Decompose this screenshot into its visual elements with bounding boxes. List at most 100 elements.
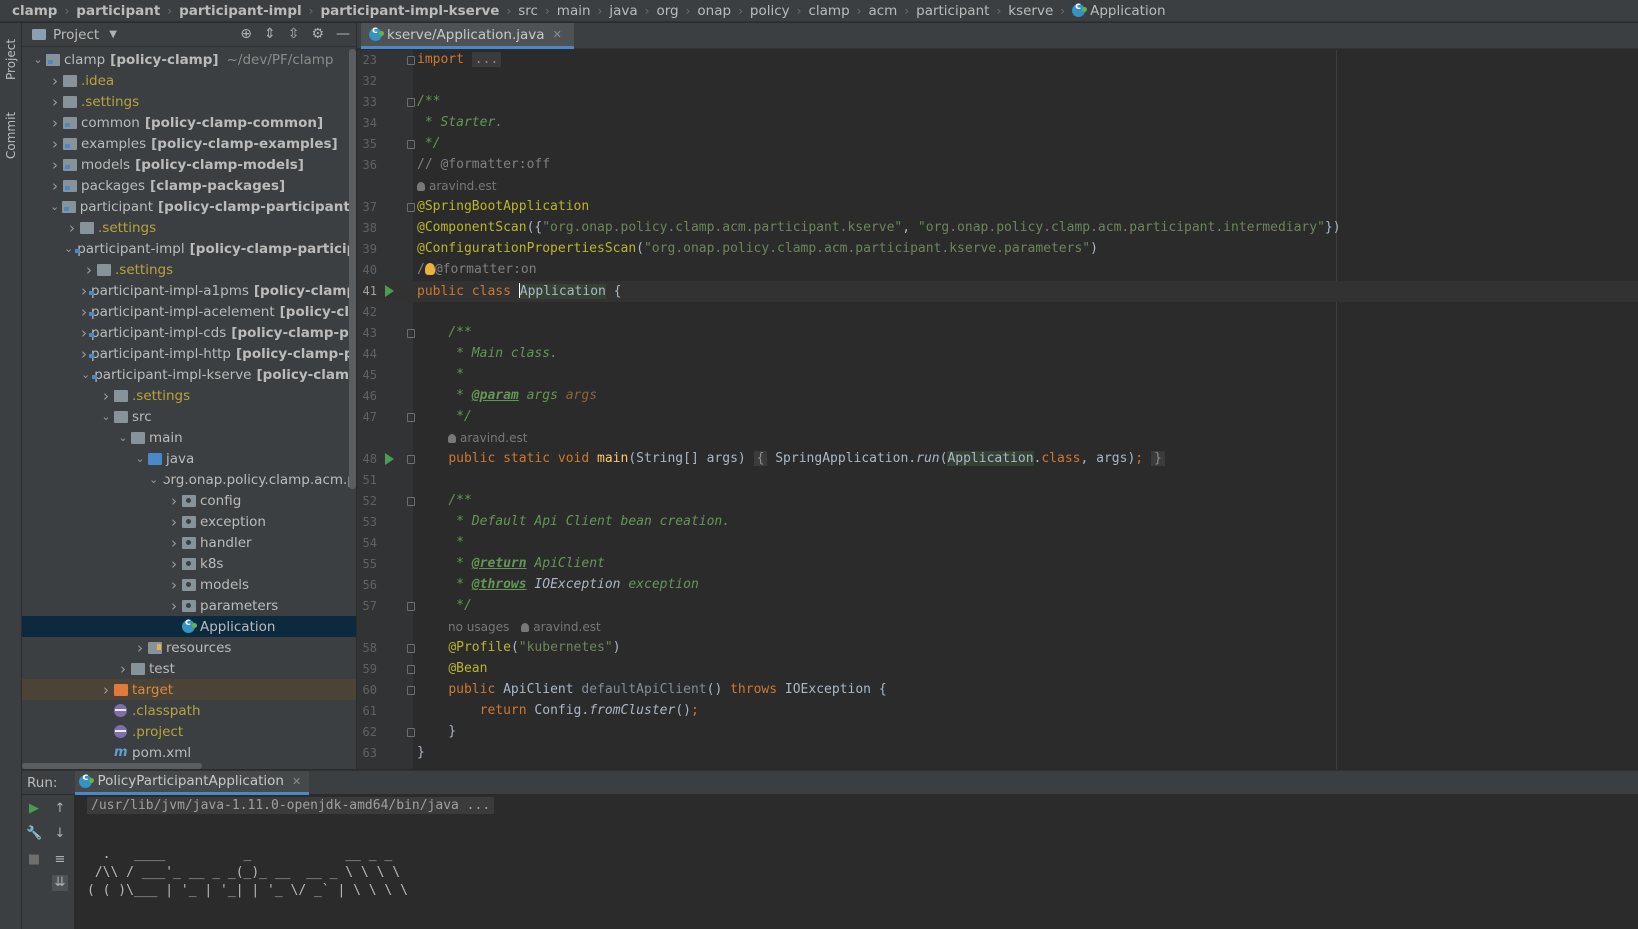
tree-item[interactable]: m pom.xml <box>22 742 356 763</box>
chevron-right-icon[interactable]: › <box>47 135 63 153</box>
editor-tab-application[interactable]: kserve/Application.java ✕ <box>361 23 574 49</box>
chevron-right-icon[interactable]: › <box>47 72 63 90</box>
tree-item[interactable]: .project <box>22 721 356 742</box>
code-line[interactable]: 48 public static void main(String[] args… <box>357 449 1638 470</box>
arrow-down-icon[interactable]: ↓ <box>52 826 68 842</box>
tree-item[interactable]: › exception <box>22 511 356 532</box>
commit-tool-tab[interactable]: Commit <box>2 105 20 165</box>
code-line[interactable]: 42 <box>357 302 1638 323</box>
chevron-down-icon[interactable]: ⌄ <box>81 368 90 381</box>
fold-marker-icon[interactable] <box>407 203 415 212</box>
code-line[interactable]: 62 } <box>357 722 1638 743</box>
chevron-right-icon[interactable]: › <box>81 345 87 363</box>
close-icon[interactable]: ✕ <box>553 28 562 41</box>
code-line[interactable]: 39 @ConfigurationPropertiesScan("org.onap… <box>357 239 1638 260</box>
code-line[interactable]: 59 @Bean <box>357 659 1638 680</box>
fold-marker-icon[interactable] <box>407 413 415 422</box>
minimize-icon[interactable]: — <box>336 26 350 42</box>
code-line[interactable]: 44 * Main class. <box>357 344 1638 365</box>
breadcrumb-item[interactable]: src <box>518 3 538 19</box>
tree-item[interactable]: › test <box>22 658 356 679</box>
chevron-right-icon[interactable]: › <box>166 597 182 615</box>
run-gutter-icon[interactable] <box>385 453 394 465</box>
breadcrumb-item[interactable]: java <box>609 3 637 19</box>
code-line[interactable]: 32 <box>357 71 1638 92</box>
chevron-right-icon[interactable]: › <box>81 261 97 279</box>
tree-item[interactable]: ⌄ java <box>22 448 356 469</box>
chevron-right-icon[interactable]: › <box>81 282 87 300</box>
code-line[interactable]: 52 /** <box>357 491 1638 512</box>
fold-marker-icon[interactable] <box>407 329 415 338</box>
chevron-down-icon[interactable]: ▼ <box>109 29 117 40</box>
chevron-down-icon[interactable]: ⌄ <box>30 53 46 66</box>
scroll-to-end-icon[interactable]: ⇊ <box>52 875 68 891</box>
wrench-icon[interactable]: 🔧 <box>26 826 42 842</box>
tree-item[interactable]: ⌄ src <box>22 406 356 427</box>
close-icon[interactable]: ✕ <box>292 775 301 788</box>
fold-marker-icon[interactable] <box>407 728 415 737</box>
chevron-right-icon[interactable]: › <box>47 114 63 132</box>
gear-icon[interactable]: ⚙ <box>311 26 324 42</box>
breadcrumb-item[interactable]: clamp <box>12 3 57 19</box>
tree-item[interactable]: › examples [policy-clamp-examples] <box>22 133 356 154</box>
stop-icon[interactable]: ■ <box>26 852 42 868</box>
fold-marker-icon[interactable] <box>407 644 415 653</box>
tree-item[interactable]: › parameters <box>22 595 356 616</box>
breadcrumb-item[interactable]: clamp <box>808 3 849 19</box>
rerun-icon[interactable]: ▶ <box>26 801 42 817</box>
code-line[interactable]: 37 @SpringBootApplication <box>357 197 1638 218</box>
tree-item[interactable]: › models [policy-clamp-models] <box>22 154 356 175</box>
code-line[interactable]: 61 return Config.fromCluster(); <box>357 701 1638 722</box>
code-line[interactable]: 34 * Starter. <box>357 113 1638 134</box>
breadcrumb-item[interactable]: main <box>557 3 591 19</box>
code-editor[interactable]: 23 import ... 32 33/** 34 * Starter. 35 */36/… <box>357 50 1638 769</box>
breadcrumb-item[interactable]: policy <box>750 3 790 19</box>
breadcrumb-item[interactable]: kserve <box>1008 3 1053 19</box>
breadcrumb-item[interactable]: org <box>656 3 678 19</box>
code-line[interactable]: 43 /** <box>357 323 1638 344</box>
fold-marker-icon[interactable] <box>407 140 415 149</box>
tree-item[interactable]: › .idea <box>22 70 356 91</box>
tree-item[interactable]: › packages [clamp-packages] <box>22 175 356 196</box>
breadcrumb-item[interactable]: participant-impl <box>179 3 302 19</box>
code-line[interactable]: 40 /@formatter:on <box>357 260 1638 281</box>
chevron-right-icon[interactable]: › <box>166 555 182 573</box>
tree-item[interactable]: › .settings <box>22 385 356 406</box>
tree-item[interactable]: Application <box>22 616 356 637</box>
project-tool-tab[interactable]: Project <box>2 29 20 89</box>
code-line[interactable]: 46 * @param args args <box>357 386 1638 407</box>
chevron-down-icon[interactable]: ⌄ <box>132 452 148 465</box>
breadcrumb-item[interactable]: Application <box>1090 3 1165 19</box>
locate-icon[interactable]: ⊕ <box>240 26 252 42</box>
tree-vertical-scrollbar[interactable] <box>349 49 356 489</box>
chevron-down-icon[interactable]: ⌄ <box>149 473 158 486</box>
fold-marker-icon[interactable] <box>407 602 415 611</box>
chevron-right-icon[interactable]: › <box>47 156 63 174</box>
breadcrumb-item[interactable]: onap <box>697 3 731 19</box>
tree-item[interactable]: › target <box>22 679 356 700</box>
chevron-right-icon[interactable]: › <box>166 576 182 594</box>
tree-item[interactable]: › .settings <box>22 259 356 280</box>
tree-item[interactable]: › k8s <box>22 553 356 574</box>
code-line[interactable]: 56 * @throws IOException exception <box>357 575 1638 596</box>
code-line[interactable]: 58 @Profile("kubernetes") <box>357 638 1638 659</box>
tree-horizontal-scrollbar[interactable] <box>22 763 202 769</box>
tree-item[interactable]: ⌄ clamp [policy-clamp] ~/dev/PF/clamp <box>22 49 356 70</box>
run-command-line[interactable]: /usr/lib/jvm/java-1.11.0-openjdk-amd64/b… <box>87 797 495 814</box>
chevron-right-icon[interactable]: › <box>115 660 131 678</box>
breadcrumb-item[interactable]: participant <box>76 3 160 19</box>
run-tab-policy-participant-application[interactable]: PolicyParticipantApplication ✕ <box>75 770 310 795</box>
run-gutter-icon[interactable] <box>385 285 394 297</box>
chevron-right-icon[interactable]: › <box>98 387 114 405</box>
tree-item[interactable]: › config <box>22 490 356 511</box>
fold-marker-icon[interactable] <box>407 56 415 65</box>
code-line[interactable]: 47 */ <box>357 407 1638 428</box>
fold-marker-icon[interactable] <box>407 98 415 107</box>
author-name[interactable]: aravind.est <box>460 431 527 445</box>
tree-item[interactable]: ⌄ main <box>22 427 356 448</box>
tree-item[interactable]: ⌄ org.onap.policy.clamp.acm.participant.k… <box>22 469 356 490</box>
tree-item[interactable]: ›participant-impl-a1pms[policy-clamp-par… <box>22 280 356 301</box>
chevron-right-icon[interactable]: › <box>166 534 182 552</box>
tree-item[interactable]: ›participant-impl-http[policy-clamp-part… <box>22 343 356 364</box>
code-line[interactable]: 45 * <box>357 365 1638 386</box>
